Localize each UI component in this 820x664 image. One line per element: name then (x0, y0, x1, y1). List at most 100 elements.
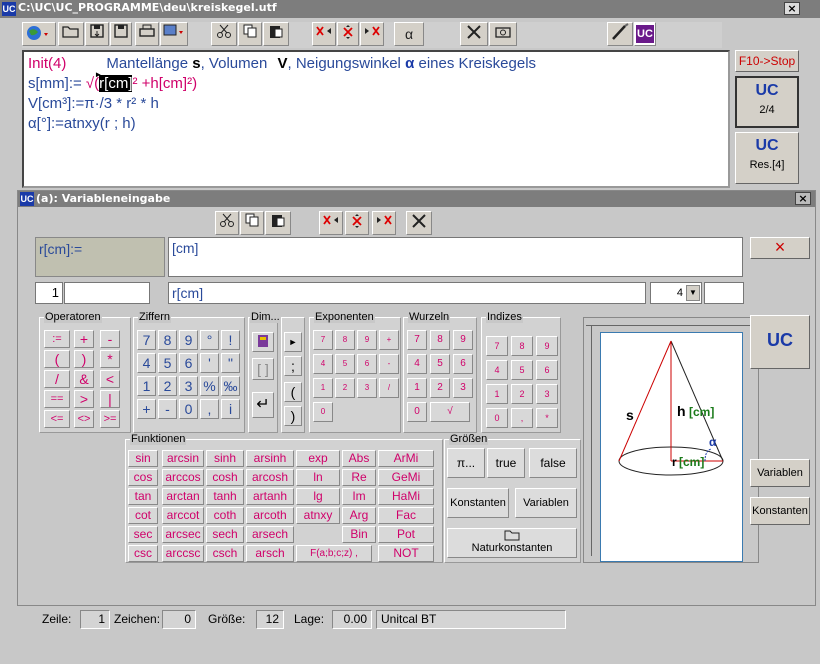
index-key[interactable]: 4 (486, 360, 508, 380)
main-close-button[interactable]: × (784, 2, 800, 15)
function-key[interactable]: sech (206, 526, 244, 543)
results-button[interactable]: UC Res.[4] (735, 132, 799, 184)
pen-icon[interactable] (607, 22, 633, 46)
paste-icon[interactable] (263, 22, 289, 46)
function-key[interactable]: sinh (206, 450, 244, 467)
index-field[interactable]: 1 (35, 282, 63, 304)
function-key[interactable]: Fac (378, 507, 434, 524)
semicolon-button[interactable]: ; (284, 356, 302, 376)
digit-key[interactable]: 1 (137, 376, 156, 396)
dialog-cut-icon[interactable] (215, 211, 239, 235)
function-key[interactable]: arsinh (246, 450, 294, 467)
function-key[interactable]: arcsin (162, 450, 204, 467)
digit-key[interactable]: % (200, 376, 219, 396)
function-key[interactable]: Im (342, 488, 376, 505)
delete-line-icon[interactable] (337, 22, 359, 46)
tools-icon[interactable] (460, 22, 488, 46)
function-key[interactable]: arcosh (246, 469, 294, 486)
index-key[interactable]: 8 (511, 336, 533, 356)
save-as-icon[interactable] (85, 22, 109, 46)
digit-key[interactable]: ° (200, 330, 219, 350)
function-key[interactable]: Abs (342, 450, 376, 467)
operator-key[interactable]: * (100, 350, 120, 368)
uc-logo-icon[interactable]: UC (634, 22, 656, 46)
chevron-down-icon[interactable]: ▼ (686, 285, 700, 301)
function-key[interactable]: Arg (342, 507, 376, 524)
root-key[interactable]: 5 (430, 354, 450, 374)
function-key[interactable]: F(a;b;c;z) , (296, 545, 372, 562)
operator-key[interactable]: <= (44, 410, 70, 428)
copy-icon[interactable] (238, 22, 262, 46)
operator-key[interactable]: <> (74, 410, 94, 428)
function-key[interactable]: ln (296, 469, 340, 486)
operator-key[interactable]: / (44, 370, 70, 388)
digit-key[interactable]: 5 (158, 353, 177, 373)
root-key[interactable]: 8 (430, 330, 450, 350)
root-key[interactable]: 2 (430, 378, 450, 398)
digit-key[interactable]: ' (200, 353, 219, 373)
open-folder-icon[interactable] (58, 22, 84, 46)
dialog-delete-line-icon[interactable] (345, 211, 369, 235)
exponent-key[interactable]: 0 (313, 402, 333, 422)
function-key[interactable]: arcoth (246, 507, 294, 524)
dialog-cancel-button[interactable]: × (750, 237, 810, 259)
screen-menu-icon[interactable] (160, 22, 188, 46)
index-key[interactable]: 1 (486, 384, 508, 404)
root-key[interactable]: √ (430, 402, 470, 422)
index-key[interactable]: 2 (511, 384, 533, 404)
function-key[interactable]: arccot (162, 507, 204, 524)
index-extra-field[interactable] (64, 282, 150, 304)
function-key[interactable]: arsch (246, 545, 294, 562)
operator-key[interactable]: >= (100, 410, 120, 428)
close-paren-button[interactable]: ) (284, 406, 302, 426)
index-key[interactable]: 5 (511, 360, 533, 380)
function-key[interactable]: artanh (246, 488, 294, 505)
digit-key[interactable]: 6 (179, 353, 198, 373)
operator-key[interactable]: == (44, 390, 70, 408)
function-key[interactable]: Bin (342, 526, 376, 543)
operator-key[interactable]: < (100, 370, 120, 388)
digit-key[interactable]: 2 (158, 376, 177, 396)
function-key[interactable]: exp (296, 450, 340, 467)
operator-key[interactable]: - (100, 330, 120, 348)
precision-select[interactable]: 4 ▼ (650, 282, 702, 304)
camera-icon[interactable] (489, 22, 517, 46)
dim-brackets-button[interactable]: [ ] (252, 358, 274, 380)
digit-key[interactable]: 7 (137, 330, 156, 350)
exponent-key[interactable]: 5 (335, 354, 355, 374)
function-key[interactable]: cot (128, 507, 158, 524)
digit-key[interactable]: + (137, 399, 156, 419)
root-key[interactable]: 7 (407, 330, 427, 350)
operator-key[interactable]: | (100, 390, 120, 408)
arrow-right-button[interactable]: ► (284, 332, 302, 352)
digit-key[interactable]: " (221, 353, 240, 373)
exponent-key[interactable]: 4 (313, 354, 333, 374)
dialog-paste-icon[interactable] (265, 211, 291, 235)
function-key[interactable]: lg (296, 488, 340, 505)
operator-key[interactable]: ( (44, 350, 70, 368)
alpha-button[interactable]: α (394, 22, 424, 46)
globe-menu-icon[interactable] (22, 22, 56, 46)
side-variables-button[interactable]: Variablen (750, 459, 810, 487)
operator-key[interactable]: := (44, 330, 70, 348)
exponent-key[interactable]: / (379, 378, 399, 398)
digit-key[interactable]: 9 (179, 330, 198, 350)
dialog-copy-icon[interactable] (240, 211, 264, 235)
enter-icon[interactable]: ↵ (252, 392, 274, 418)
operator-key[interactable]: & (74, 370, 94, 388)
delete-left-icon[interactable] (312, 22, 336, 46)
function-key[interactable]: csch (206, 545, 244, 562)
digit-key[interactable]: ! (221, 330, 240, 350)
precision-extra-field[interactable] (704, 282, 744, 304)
save-icon[interactable] (110, 22, 132, 46)
side-constants-button[interactable]: Konstanten (750, 497, 810, 525)
digit-key[interactable]: 0 (179, 399, 198, 419)
dialog-delete-right-icon[interactable] (372, 211, 396, 235)
function-key[interactable]: sin (128, 450, 158, 467)
digit-key[interactable]: , (200, 399, 219, 419)
function-key[interactable]: tan (128, 488, 158, 505)
dialog-delete-left-icon[interactable] (319, 211, 343, 235)
root-key[interactable]: 4 (407, 354, 427, 374)
open-paren-button[interactable]: ( (284, 382, 302, 402)
index-key[interactable]: , (511, 408, 533, 428)
